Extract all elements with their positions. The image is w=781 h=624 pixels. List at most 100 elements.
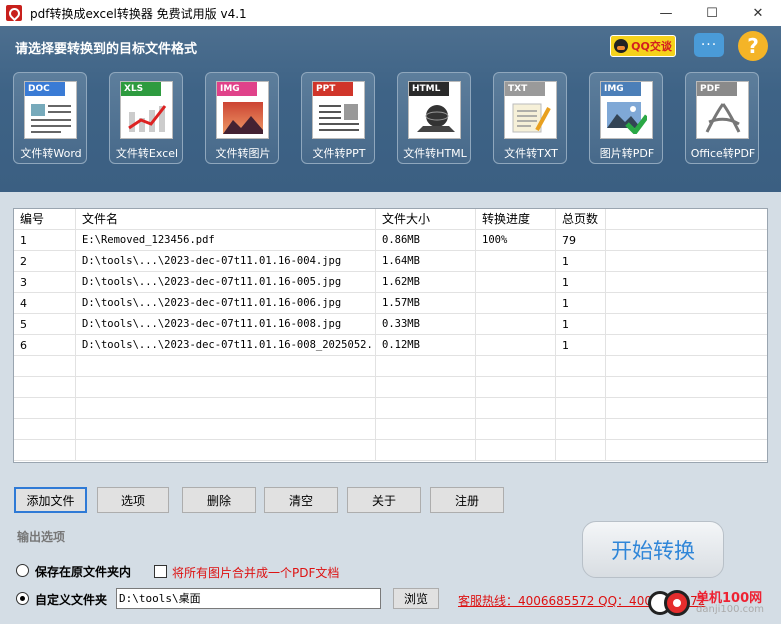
row-filename: D:\tools\...\2023-dec-07t11.01.16-005.jp… xyxy=(76,272,376,293)
row-filesize: 1.62MB xyxy=(376,272,476,293)
column-header[interactable]: 文件大小 xyxy=(376,209,476,230)
tool-tag: TXT xyxy=(505,82,545,96)
custom-folder-radio[interactable] xyxy=(16,592,29,605)
column-header[interactable]: 编号 xyxy=(14,209,76,230)
add-file-button[interactable]: 添加文件 xyxy=(14,487,87,513)
tool-label: 图片转PDF xyxy=(599,147,655,160)
file-list[interactable]: 编号 文件名 文件大小 转换进度 总页数 1 E:\Removed_123456… xyxy=(13,208,768,463)
row-filesize: 1.57MB xyxy=(376,293,476,314)
tool-label: 文件转Word xyxy=(20,147,82,160)
tool-tag: HTML xyxy=(409,82,449,96)
output-folder-input[interactable]: D:\tools\桌面 xyxy=(116,588,381,609)
tool-label: 文件转Excel xyxy=(115,147,179,160)
column-header[interactable]: 总页数 xyxy=(556,209,606,230)
tool-tag: IMG xyxy=(217,82,257,96)
tool-label: 文件转PPT xyxy=(312,147,366,160)
table-row[interactable]: 2 D:\tools\...\2023-dec-07t11.01.16-004.… xyxy=(14,251,767,272)
merge-images-checkbox[interactable] xyxy=(154,565,167,578)
row-pages: 1 xyxy=(556,251,606,272)
tool-tag: PPT xyxy=(313,82,353,96)
table-row[interactable]: 6 D:\tools\...\2023-dec-07t11.01.16-008_… xyxy=(14,335,767,356)
tool-tag: PDF xyxy=(697,82,737,96)
html-file-icon: HTML xyxy=(408,81,461,139)
custom-folder-label: 自定义文件夹 xyxy=(35,593,108,607)
output-options-title: 输出选项 xyxy=(17,530,66,544)
ppt-file-icon: PPT xyxy=(312,81,365,139)
tool-label: Office转PDF xyxy=(690,147,756,160)
header-title: 请选择要转换到的目标文件格式 xyxy=(15,42,198,57)
watermark: 单机100网 danji100.com xyxy=(648,587,778,619)
tool-tag: XLS xyxy=(121,82,161,96)
row-index: 4 xyxy=(14,293,76,314)
row-pages: 1 xyxy=(556,272,606,293)
tool-label: 文件转HTML xyxy=(403,147,467,160)
clear-button[interactable]: 清空 xyxy=(264,487,338,513)
title-bar: pdf转换成excel转换器 免费试用版 v4.1 — ☐ ✕ xyxy=(0,0,781,26)
maximize-button[interactable]: ☐ xyxy=(689,0,735,26)
row-filename: D:\tools\...\2023-dec-07t11.01.16-008_20… xyxy=(76,335,376,356)
tool-to-excel[interactable]: XLS 文件转Excel xyxy=(109,72,183,164)
row-filename: D:\tools\...\2023-dec-07t11.01.16-008.jp… xyxy=(76,314,376,335)
row-index: 1 xyxy=(14,230,76,251)
pdf-file-icon: PDF xyxy=(696,81,749,139)
row-pages: 1 xyxy=(556,293,606,314)
watermark-url: danji100.com xyxy=(696,604,764,615)
tool-to-word[interactable]: DOC 文件转Word xyxy=(13,72,87,164)
doc-file-icon: DOC xyxy=(24,81,77,139)
options-button[interactable]: 选项 xyxy=(97,487,169,513)
row-index: 3 xyxy=(14,272,76,293)
close-button[interactable]: ✕ xyxy=(735,0,781,26)
row-filesize: 1.64MB xyxy=(376,251,476,272)
qq-chat-button[interactable]: QQ交谈 xyxy=(610,35,676,57)
row-filename: D:\tools\...\2023-dec-07t11.01.16-006.jp… xyxy=(76,293,376,314)
about-button[interactable]: 关于 xyxy=(347,487,421,513)
tool-label: 文件转TXT xyxy=(504,147,558,160)
column-header[interactable]: 文件名 xyxy=(76,209,376,230)
row-pages: 1 xyxy=(556,335,606,356)
register-button[interactable]: 注册 xyxy=(430,487,504,513)
row-pages: 79 xyxy=(556,230,606,251)
tool-label: 文件转图片 xyxy=(215,147,271,160)
qq-penguin-icon xyxy=(614,39,629,53)
txt-file-icon: TXT xyxy=(504,81,557,139)
row-progress xyxy=(476,314,556,335)
image-pdf-file-icon: IMG xyxy=(600,81,653,139)
browse-button[interactable]: 浏览 xyxy=(393,588,439,609)
img-file-icon: IMG xyxy=(216,81,269,139)
tool-tag: DOC xyxy=(25,82,65,96)
tool-to-html[interactable]: HTML 文件转HTML xyxy=(397,72,471,164)
column-header[interactable]: 转换进度 xyxy=(476,209,556,230)
row-filename: D:\tools\...\2023-dec-07t11.01.16-004.jp… xyxy=(76,251,376,272)
merge-images-label: 将所有图片合并成一个PDF文档 xyxy=(172,566,340,580)
tool-office-to-pdf[interactable]: PDF Office转PDF xyxy=(685,72,759,164)
row-index: 5 xyxy=(14,314,76,335)
row-progress xyxy=(476,335,556,356)
row-filesize: 0.86MB xyxy=(376,230,476,251)
minimize-button[interactable]: — xyxy=(643,0,689,26)
tool-to-image[interactable]: IMG 文件转图片 xyxy=(205,72,279,164)
table-row[interactable]: 4 D:\tools\...\2023-dec-07t11.01.16-006.… xyxy=(14,293,767,314)
table-header: 编号 文件名 文件大小 转换进度 总页数 xyxy=(14,209,767,230)
row-progress xyxy=(476,293,556,314)
delete-button[interactable]: 删除 xyxy=(182,487,256,513)
tool-to-txt[interactable]: TXT 文件转TXT xyxy=(493,72,567,164)
row-pages: 1 xyxy=(556,314,606,335)
start-convert-button[interactable]: 开始转换 xyxy=(582,521,724,578)
table-row[interactable]: 3 D:\tools\...\2023-dec-07t11.01.16-005.… xyxy=(14,272,767,293)
table-row[interactable]: 1 E:\Removed_123456.pdf 0.86MB 100% 79 xyxy=(14,230,767,251)
row-filesize: 0.33MB xyxy=(376,314,476,335)
table-row[interactable]: 5 D:\tools\...\2023-dec-07t11.01.16-008.… xyxy=(14,314,767,335)
app-logo-icon xyxy=(6,5,22,21)
tool-image-to-pdf[interactable]: IMG 图片转PDF xyxy=(589,72,663,164)
tool-to-ppt[interactable]: PPT 文件转PPT xyxy=(301,72,375,164)
row-progress: 100% xyxy=(476,230,556,251)
empty-row xyxy=(14,419,767,440)
empty-row xyxy=(14,377,767,398)
window-title: pdf转换成excel转换器 免费试用版 v4.1 xyxy=(30,6,247,21)
message-icon[interactable]: ··· xyxy=(694,33,724,57)
empty-row xyxy=(14,398,767,419)
row-progress xyxy=(476,272,556,293)
format-header: 请选择要转换到的目标文件格式 QQ交谈 ··· ? DOC 文件转Word XL… xyxy=(0,26,781,192)
help-icon[interactable]: ? xyxy=(738,31,768,61)
keep-original-radio[interactable] xyxy=(16,564,29,577)
